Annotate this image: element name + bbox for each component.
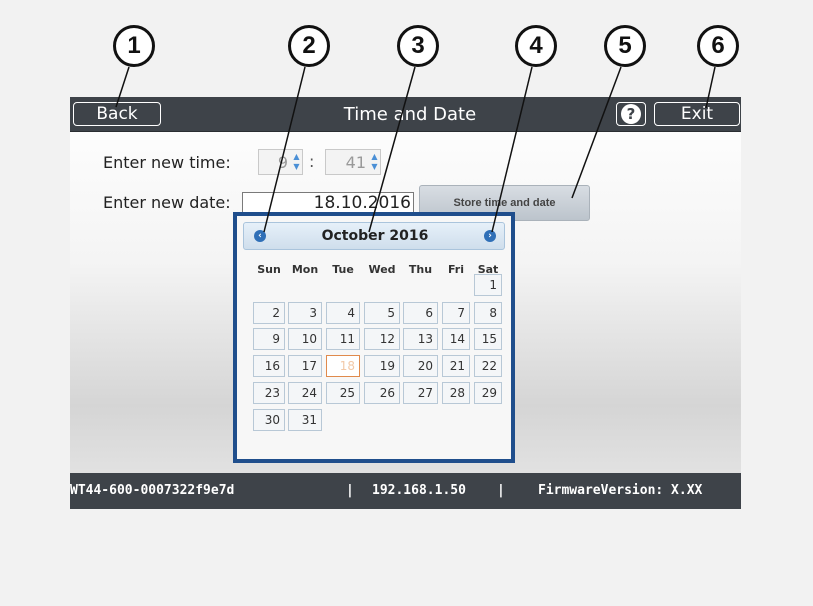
callout-4: 4 (515, 25, 557, 67)
minute-spinner[interactable]: 41 ▲ ▼ (325, 149, 381, 175)
title-bar: Back Time and Date ? Exit (70, 97, 741, 132)
hour-arrows-icon[interactable]: ▲ ▼ (293, 152, 300, 172)
callout-3: 3 (397, 25, 439, 67)
calendar-day[interactable]: 3 (288, 302, 322, 324)
calendar-day[interactable]: 29 (474, 382, 502, 404)
weekday-header: Tue (332, 263, 354, 276)
status-bar: WT44-600-0007322f9e7d | 192.168.1.50 | F… (70, 473, 741, 509)
weekday-header: Wed (368, 263, 396, 276)
next-month-icon[interactable]: › (484, 230, 496, 242)
exit-button[interactable]: Exit (654, 102, 740, 126)
footer-separator-2: | (497, 483, 505, 498)
calendar-day[interactable]: 12 (364, 328, 400, 350)
time-label: Enter new time: (103, 153, 231, 172)
calendar-day[interactable]: 15 (474, 328, 502, 350)
device-screen: Back Time and Date ? Exit Enter new time… (70, 97, 741, 509)
callout-2: 2 (288, 25, 330, 67)
calendar-month-title: October 2016 (321, 228, 429, 244)
page-title: Time and Date (343, 104, 477, 125)
calendar-day[interactable]: 4 (326, 302, 360, 324)
calendar-day[interactable]: 22 (474, 355, 502, 377)
calendar-day[interactable]: 14 (442, 328, 470, 350)
date-input[interactable]: 18.10.2016 (242, 192, 414, 214)
help-icon: ? (621, 104, 641, 124)
calendar-day[interactable]: 10 (288, 328, 322, 350)
calendar-day[interactable]: 24 (288, 382, 322, 404)
calendar-day[interactable]: 30 (253, 409, 285, 431)
callout-1: 1 (113, 25, 155, 67)
calendar-day[interactable]: 11 (326, 328, 360, 350)
minute-value: 41 (345, 152, 366, 172)
callout-5: 5 (604, 25, 646, 67)
calendar-day[interactable]: 7 (442, 302, 470, 324)
calendar-day[interactable]: 9 (253, 328, 285, 350)
calendar-day[interactable]: 19 (364, 355, 400, 377)
time-colon: : (309, 152, 315, 171)
calendar-day[interactable]: 5 (364, 302, 400, 324)
calendar-day[interactable]: 1 (474, 274, 502, 296)
ip-address: 192.168.1.50 (372, 483, 466, 498)
weekday-header: Mon (291, 263, 319, 276)
weekday-header: Thu (408, 263, 433, 276)
callout-6: 6 (697, 25, 739, 67)
calendar-day[interactable]: 6 (403, 302, 438, 324)
calendar-day[interactable]: 16 (253, 355, 285, 377)
calendar-day[interactable]: 27 (403, 382, 438, 404)
calendar-day[interactable]: 13 (403, 328, 438, 350)
calendar-day[interactable]: 8 (474, 302, 502, 324)
weekday-header: Sun (257, 263, 281, 276)
calendar-day[interactable]: 31 (288, 409, 322, 431)
calendar-day[interactable]: 23 (253, 382, 285, 404)
minute-arrows-icon[interactable]: ▲ ▼ (371, 152, 378, 172)
calendar-day-selected[interactable]: 18 (326, 355, 360, 377)
back-button[interactable]: Back (73, 102, 161, 126)
weekday-header: Fri (447, 263, 464, 276)
hour-spinner[interactable]: 9 ▲ ▼ (258, 149, 303, 175)
calendar-day[interactable]: 21 (442, 355, 470, 377)
firmware-version: FirmwareVersion: X.XX (538, 483, 703, 498)
calendar-day[interactable]: 28 (442, 382, 470, 404)
footer-separator-1: | (346, 483, 354, 498)
calendar-header: ‹ October 2016 › (243, 222, 505, 250)
calendar-day[interactable]: 20 (403, 355, 438, 377)
calendar-day[interactable]: 17 (288, 355, 322, 377)
calendar-day[interactable]: 2 (253, 302, 285, 324)
date-picker-popup: ‹ October 2016 › Sun Mon Tue Wed Thu Fri Sat 1… (233, 212, 515, 463)
calendar-day[interactable]: 26 (364, 382, 400, 404)
device-id: WT44-600-0007322f9e7d (70, 483, 235, 498)
date-label: Enter new date: (103, 193, 231, 212)
calendar-day[interactable]: 25 (326, 382, 360, 404)
hour-value: 9 (277, 152, 288, 172)
help-button[interactable]: ? (616, 102, 646, 126)
